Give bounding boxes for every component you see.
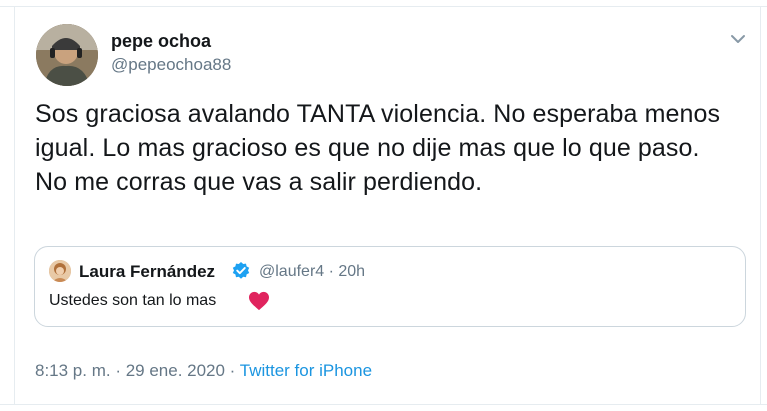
author-handle[interactable]: @pepeochoa88: [111, 55, 231, 75]
tweet-metadata: 8:13 p. m. · 29 ene. 2020 · Twitter for …: [35, 361, 372, 381]
author-name[interactable]: pepe ochoa: [111, 31, 211, 52]
tweet-timestamp[interactable]: 8:13 p. m. · 29 ene. 2020 ·: [35, 361, 240, 380]
tweet-border-top: [0, 6, 767, 7]
quoted-author-handle-time[interactable]: @laufer4 · 20h: [259, 263, 365, 281]
tweet-text: Sos graciosa avalando TANTA violencia. N…: [35, 100, 721, 196]
author-avatar[interactable]: [36, 24, 98, 86]
quoted-tweet[interactable]: Laura Fernández @laufer4 · 20h Ustedes s…: [34, 246, 746, 327]
tweet-border-right: [760, 6, 761, 404]
tweet-border-bottom: [0, 404, 767, 405]
tweet-source-link[interactable]: Twitter for iPhone: [240, 361, 372, 380]
quoted-author-name[interactable]: Laura Fernández: [79, 262, 215, 282]
verified-badge-icon: [232, 262, 250, 279]
heart-icon: [249, 291, 269, 311]
chevron-down-icon[interactable]: [727, 28, 749, 50]
tweet-border-left: [14, 6, 15, 404]
quoted-author-avatar[interactable]: [49, 260, 71, 282]
quoted-tweet-text: Ustedes son tan lo mas: [49, 292, 217, 309]
